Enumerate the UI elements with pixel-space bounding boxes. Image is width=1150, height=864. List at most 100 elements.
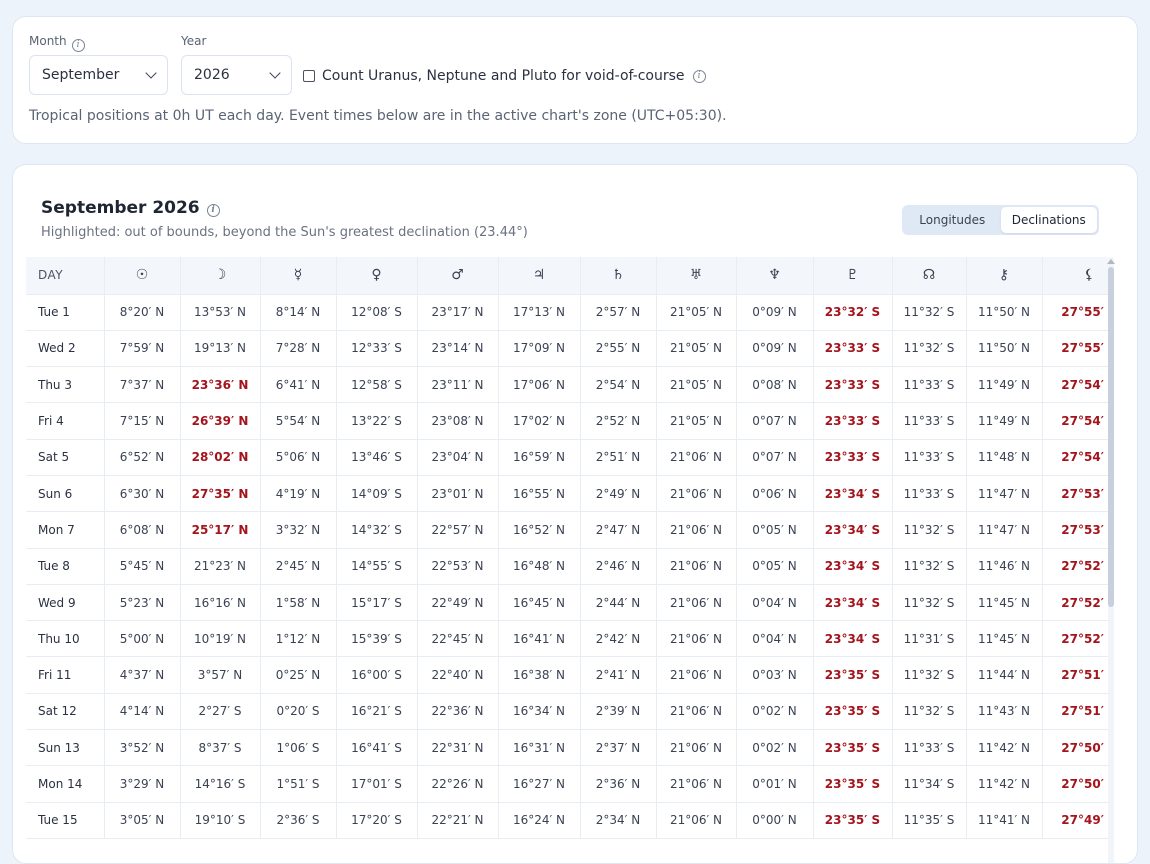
declination-cell-moon: 10°19′ N xyxy=(180,620,261,658)
declination-cell-node: 11°32′ S xyxy=(892,330,967,368)
month-select-value: September xyxy=(42,67,120,83)
declination-cell-chiron: 11°49′ N xyxy=(966,402,1043,440)
declination-cell-chiron: 11°42′ N xyxy=(966,765,1043,803)
declination-cell-sun: 8°20′ N xyxy=(104,294,181,331)
tab-declinations[interactable]: Declinations xyxy=(1000,207,1097,233)
voc-checkbox[interactable] xyxy=(303,70,315,82)
declination-cell-neptune: 0°07′ N xyxy=(736,402,814,440)
declination-cell-moon: 25°17′ N xyxy=(180,511,261,549)
declination-cell-mars: 22°40′ N xyxy=(417,656,499,694)
declination-cell-neptune: 0°02′ N xyxy=(736,729,814,767)
declination-cell-neptune: 0°05′ N xyxy=(736,511,814,549)
declination-cell-neptune: 0°08′ N xyxy=(736,366,814,404)
declination-cell-mars: 22°53′ N xyxy=(417,548,499,585)
column-header-moon: ☽ xyxy=(180,257,261,295)
declination-cell-lilith: 27°52′ S xyxy=(1042,620,1108,658)
declination-cell-mars: 22°31′ N xyxy=(417,729,499,767)
day-cell: Sat 12 xyxy=(26,693,105,731)
declination-cell-lilith: 27°53′ S xyxy=(1042,511,1108,549)
declination-cell-sun: 7°59′ N xyxy=(104,330,181,368)
declination-cell-uranus: 21°06′ N xyxy=(656,439,737,476)
declination-cell-mercury: 0°20′ S xyxy=(260,693,337,731)
voc-option[interactable]: Count Uranus, Neptune and Pluto for void… xyxy=(303,68,706,84)
declination-cell-node: 11°31′ S xyxy=(892,620,967,658)
declination-cell-jupiter: 16°27′ N xyxy=(498,765,581,803)
declination-cell-moon: 27°35′ N xyxy=(180,475,261,513)
declination-cell-lilith: 27°54′ S xyxy=(1042,402,1108,440)
timezone-note: Tropical positions at 0h UT each day. Ev… xyxy=(29,108,727,124)
table-row: Mon 14 3°29′ N 14°16′ S 1°51′ S 17°01′ S 22°2… xyxy=(26,765,1108,803)
declination-cell-jupiter: 16°38′ N xyxy=(498,656,581,694)
declination-cell-mars: 22°21′ N xyxy=(417,802,499,839)
voc-info-icon[interactable]: i xyxy=(692,69,706,83)
table-row: Wed 9 5°23′ N 16°16′ N 1°58′ N 15°17′ S 22°49… xyxy=(26,584,1108,622)
declination-cell-moon: 13°53′ N xyxy=(180,294,261,331)
declination-cell-saturn: 2°52′ N xyxy=(580,402,657,440)
title-info-icon[interactable]: i xyxy=(206,204,220,217)
month-info-icon[interactable]: i xyxy=(71,39,85,52)
declination-cell-moon: 19°13′ N xyxy=(180,330,261,368)
year-label: Year xyxy=(181,34,207,48)
day-cell: Fri 11 xyxy=(26,656,105,694)
chevron-down-icon xyxy=(269,67,281,79)
table-subtitle: Highlighted: out of bounds, beyond the S… xyxy=(41,225,528,240)
scrollbar-thumb[interactable] xyxy=(1108,267,1114,607)
declination-cell-moon: 21°23′ N xyxy=(180,548,261,585)
declination-cell-sun: 3°52′ N xyxy=(104,729,181,767)
day-cell: Tue 15 xyxy=(26,802,105,839)
table-row: Fri 4 7°15′ N 26°39′ N 5°54′ N 13°22′ S 23°08… xyxy=(26,402,1108,440)
declination-cell-node: 11°35′ S xyxy=(892,802,967,839)
declination-cell-jupiter: 16°48′ N xyxy=(498,548,581,585)
declination-cell-node: 11°33′ S xyxy=(892,475,967,513)
table-title: September 2026 xyxy=(41,198,200,218)
declination-cell-node: 11°32′ S xyxy=(892,584,967,622)
declination-cell-lilith: 27°50′ S xyxy=(1042,729,1108,767)
declination-cell-lilith: 27°52′ S xyxy=(1042,548,1108,585)
declination-cell-mercury: 7°28′ N xyxy=(260,330,337,368)
declination-cell-mercury: 6°41′ N xyxy=(260,366,337,404)
vertical-scrollbar[interactable] xyxy=(1108,257,1114,863)
declination-cell-moon: 14°16′ S xyxy=(180,765,261,803)
declination-cell-neptune: 0°03′ N xyxy=(736,656,814,694)
tab-longitudes[interactable]: Longitudes xyxy=(904,207,1001,233)
column-header-saturn: ♄ xyxy=(580,257,657,295)
column-header-day: DAY xyxy=(26,257,105,295)
declination-cell-pluto: 23°32′ S xyxy=(813,294,893,331)
declination-cell-venus: 14°32′ S xyxy=(336,511,418,549)
declination-cell-chiron: 11°47′ N xyxy=(966,511,1043,549)
declination-cell-venus: 16°21′ S xyxy=(336,693,418,731)
day-cell: Thu 3 xyxy=(26,366,105,404)
column-header-lilith: ⚸ xyxy=(1042,257,1108,295)
declination-cell-venus: 17°20′ S xyxy=(336,802,418,839)
column-header-venus: ♀ xyxy=(336,257,418,295)
declination-cell-mercury: 8°14′ N xyxy=(260,294,337,331)
month-select[interactable]: September xyxy=(29,55,168,95)
table-scroll-area[interactable]: DAY ☉ ☽ ☿ ♀ ♂ ♃ ♄ ♅ ♆ ♇ ☊ ⚷ ⚸ Tue 1 8°20′ N 13°53′ N 8°1… xyxy=(26,257,1108,863)
declination-cell-node: 11°33′ S xyxy=(892,402,967,440)
view-toggle: Longitudes Declinations xyxy=(902,205,1099,235)
day-cell: Sat 5 xyxy=(26,439,105,476)
declination-cell-mars: 22°36′ N xyxy=(417,693,499,731)
declination-cell-lilith: 27°53′ S xyxy=(1042,475,1108,513)
declination-cell-saturn: 2°42′ N xyxy=(580,620,657,658)
declination-cell-node: 11°33′ S xyxy=(892,366,967,404)
declination-cell-jupiter: 16°31′ N xyxy=(498,729,581,767)
declination-cell-node: 11°32′ S xyxy=(892,548,967,585)
declination-table-panel: September 2026 i Highlighted: out of boun… xyxy=(12,164,1138,864)
column-header-mercury: ☿ xyxy=(260,257,337,295)
column-header-sun: ☉ xyxy=(104,257,181,295)
declination-cell-chiron: 11°50′ N xyxy=(966,330,1043,368)
declination-cell-venus: 16°41′ S xyxy=(336,729,418,767)
declination-cell-jupiter: 16°59′ N xyxy=(498,439,581,476)
declination-cell-saturn: 2°34′ N xyxy=(580,802,657,839)
declination-cell-sun: 4°14′ N xyxy=(104,693,181,731)
declination-cell-sun: 6°30′ N xyxy=(104,475,181,513)
declination-cell-neptune: 0°09′ N xyxy=(736,294,814,331)
scroll-up-arrow-icon[interactable] xyxy=(1107,259,1115,264)
day-cell: Mon 14 xyxy=(26,765,105,803)
declination-cell-neptune: 0°05′ N xyxy=(736,548,814,585)
declination-cell-uranus: 21°06′ N xyxy=(656,802,737,839)
year-select[interactable]: 2026 xyxy=(181,55,292,95)
filter-panel: Month i Year September 2026 Count Uranus,… xyxy=(12,16,1138,144)
day-cell: Tue 8 xyxy=(26,548,105,585)
